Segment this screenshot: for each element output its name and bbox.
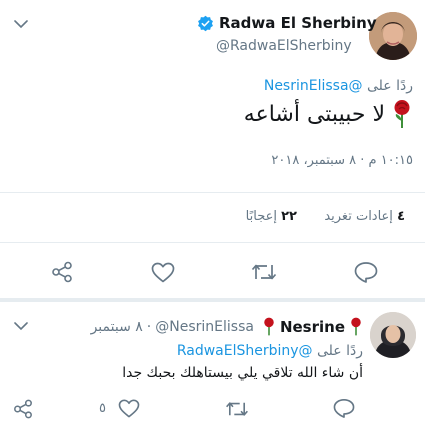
reply-date[interactable]: ٨ سبتمبر <box>91 319 143 335</box>
divider <box>0 242 425 243</box>
reply-to-link[interactable]: @NesrinElissa <box>264 78 363 94</box>
reply-icon[interactable] <box>354 261 378 283</box>
retweets-stat[interactable]: ٤ إعادات تغريد <box>324 209 405 224</box>
tweet-timestamp[interactable]: ١٠:١٥ م · ٨ سبتمبر، ٢٠١٨ <box>271 153 413 168</box>
like-icon[interactable] <box>151 262 175 283</box>
reply-author-name[interactable]: Nesrine <box>280 318 345 336</box>
chevron-down-icon[interactable] <box>14 322 28 331</box>
reply-text: أن شاء الله تلاقي يلي بيستاهلك بحبك جدا <box>122 365 363 381</box>
rose-icon <box>262 317 276 336</box>
reply-context: ردًا على @RadwaElSherbiny <box>177 343 363 359</box>
retweet-icon[interactable] <box>225 400 249 418</box>
like-icon[interactable] <box>118 399 140 418</box>
reply-likes-count: ٥ <box>99 401 106 416</box>
tweet-text: لا حبيبتى أشاعه <box>243 101 385 127</box>
reply-to-link[interactable]: @RadwaElSherbiny <box>177 343 313 359</box>
reply-author-handle[interactable]: @NesrinElissa <box>155 319 254 335</box>
reply-author-avatar[interactable] <box>370 312 416 358</box>
rose-icon <box>349 317 363 336</box>
retweet-icon[interactable] <box>251 262 277 282</box>
likes-label: إعجابًا <box>245 209 277 224</box>
reply-prefix: ردًا على <box>367 78 413 94</box>
tweet-text-row: لا حبيبتى أشاعه <box>244 99 413 129</box>
likes-stat[interactable]: ٢٢ إعجابًا <box>246 209 297 224</box>
share-icon[interactable] <box>13 399 33 419</box>
verified-badge-icon <box>197 15 214 32</box>
reply-prefix: ردًا على <box>317 343 363 359</box>
reply-author-line: ٨ سبتمبر · @NesrinElissa Nesrine <box>91 317 363 336</box>
divider <box>0 192 425 193</box>
reply-context: ردًا على @NesrinElissa <box>264 78 413 94</box>
share-icon[interactable] <box>51 261 73 283</box>
divider <box>0 298 425 302</box>
retweets-count: ٤ <box>397 209 405 224</box>
chevron-down-icon[interactable] <box>14 20 28 29</box>
likes-count: ٢٢ <box>281 209 297 224</box>
author-handle[interactable]: @RadwaElSherbiny <box>216 38 352 54</box>
retweets-label: إعادات تغريد <box>324 209 393 224</box>
rose-icon <box>391 99 413 129</box>
reply-separator: · <box>146 318 152 335</box>
reply-icon[interactable] <box>333 398 355 418</box>
author-name[interactable]: Radwa El Sherbiny <box>219 14 377 32</box>
